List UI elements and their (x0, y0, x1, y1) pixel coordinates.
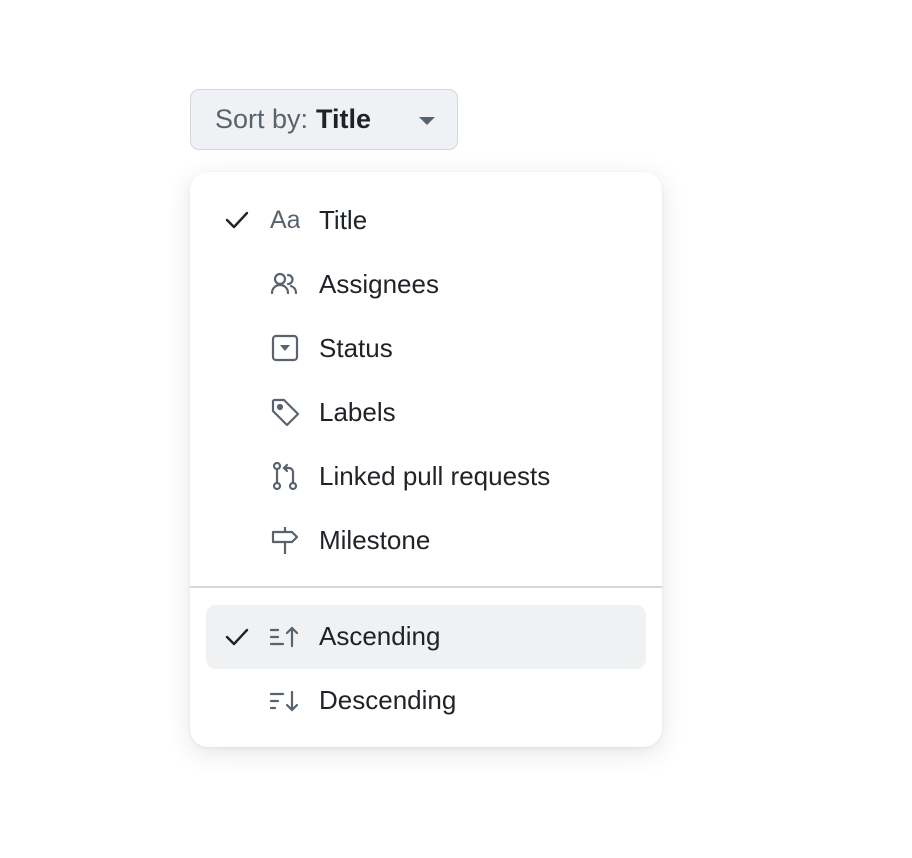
menu-item-linked-pull-requests[interactable]: Linked pull requests (206, 444, 646, 508)
menu-item-label: Linked pull requests (319, 460, 551, 491)
menu-item-label: Descending (319, 685, 457, 715)
menu-item-label: Status (319, 332, 393, 363)
triangle-down-icon (419, 117, 435, 125)
milestone-icon (271, 527, 299, 554)
people-icon (270, 272, 298, 295)
menu-item-descending[interactable]: Descending (206, 669, 646, 733)
menu-item-milestone[interactable]: Milestone (206, 508, 646, 572)
check-icon (225, 211, 249, 229)
menu-item-assignees[interactable]: Assignees (206, 252, 646, 316)
sort-desc-icon (270, 690, 299, 712)
menu-item-label: Milestone (319, 524, 431, 555)
menu-item-label: Title (319, 204, 368, 235)
menu-item-label: Ascending (319, 621, 441, 651)
check-icon (225, 628, 249, 645)
menu-item-status[interactable]: Status (206, 316, 646, 380)
menu-item-labels[interactable]: Labels (206, 380, 646, 444)
sort-by-label: Sort by: (215, 104, 309, 134)
sort-menu: Aa Title Assignees Status Labels Linked … (190, 172, 662, 747)
sort-by-value: Title (316, 104, 372, 134)
menu-divider (190, 586, 662, 588)
menu-item-ascending[interactable]: Ascending (206, 604, 646, 669)
menu-item-label: Assignees (319, 268, 439, 299)
git-pull-request-icon (272, 461, 298, 491)
sort-by-button[interactable]: Sort by: Title (190, 89, 458, 150)
menu-item-title[interactable]: Aa Title (206, 188, 646, 252)
tag-icon (271, 398, 300, 427)
svg-text:Aa: Aa (270, 206, 300, 234)
sort-asc-icon (270, 625, 299, 647)
typography-icon: Aa (270, 206, 300, 234)
single-select-icon (271, 334, 299, 362)
menu-item-label: Labels (319, 396, 396, 427)
